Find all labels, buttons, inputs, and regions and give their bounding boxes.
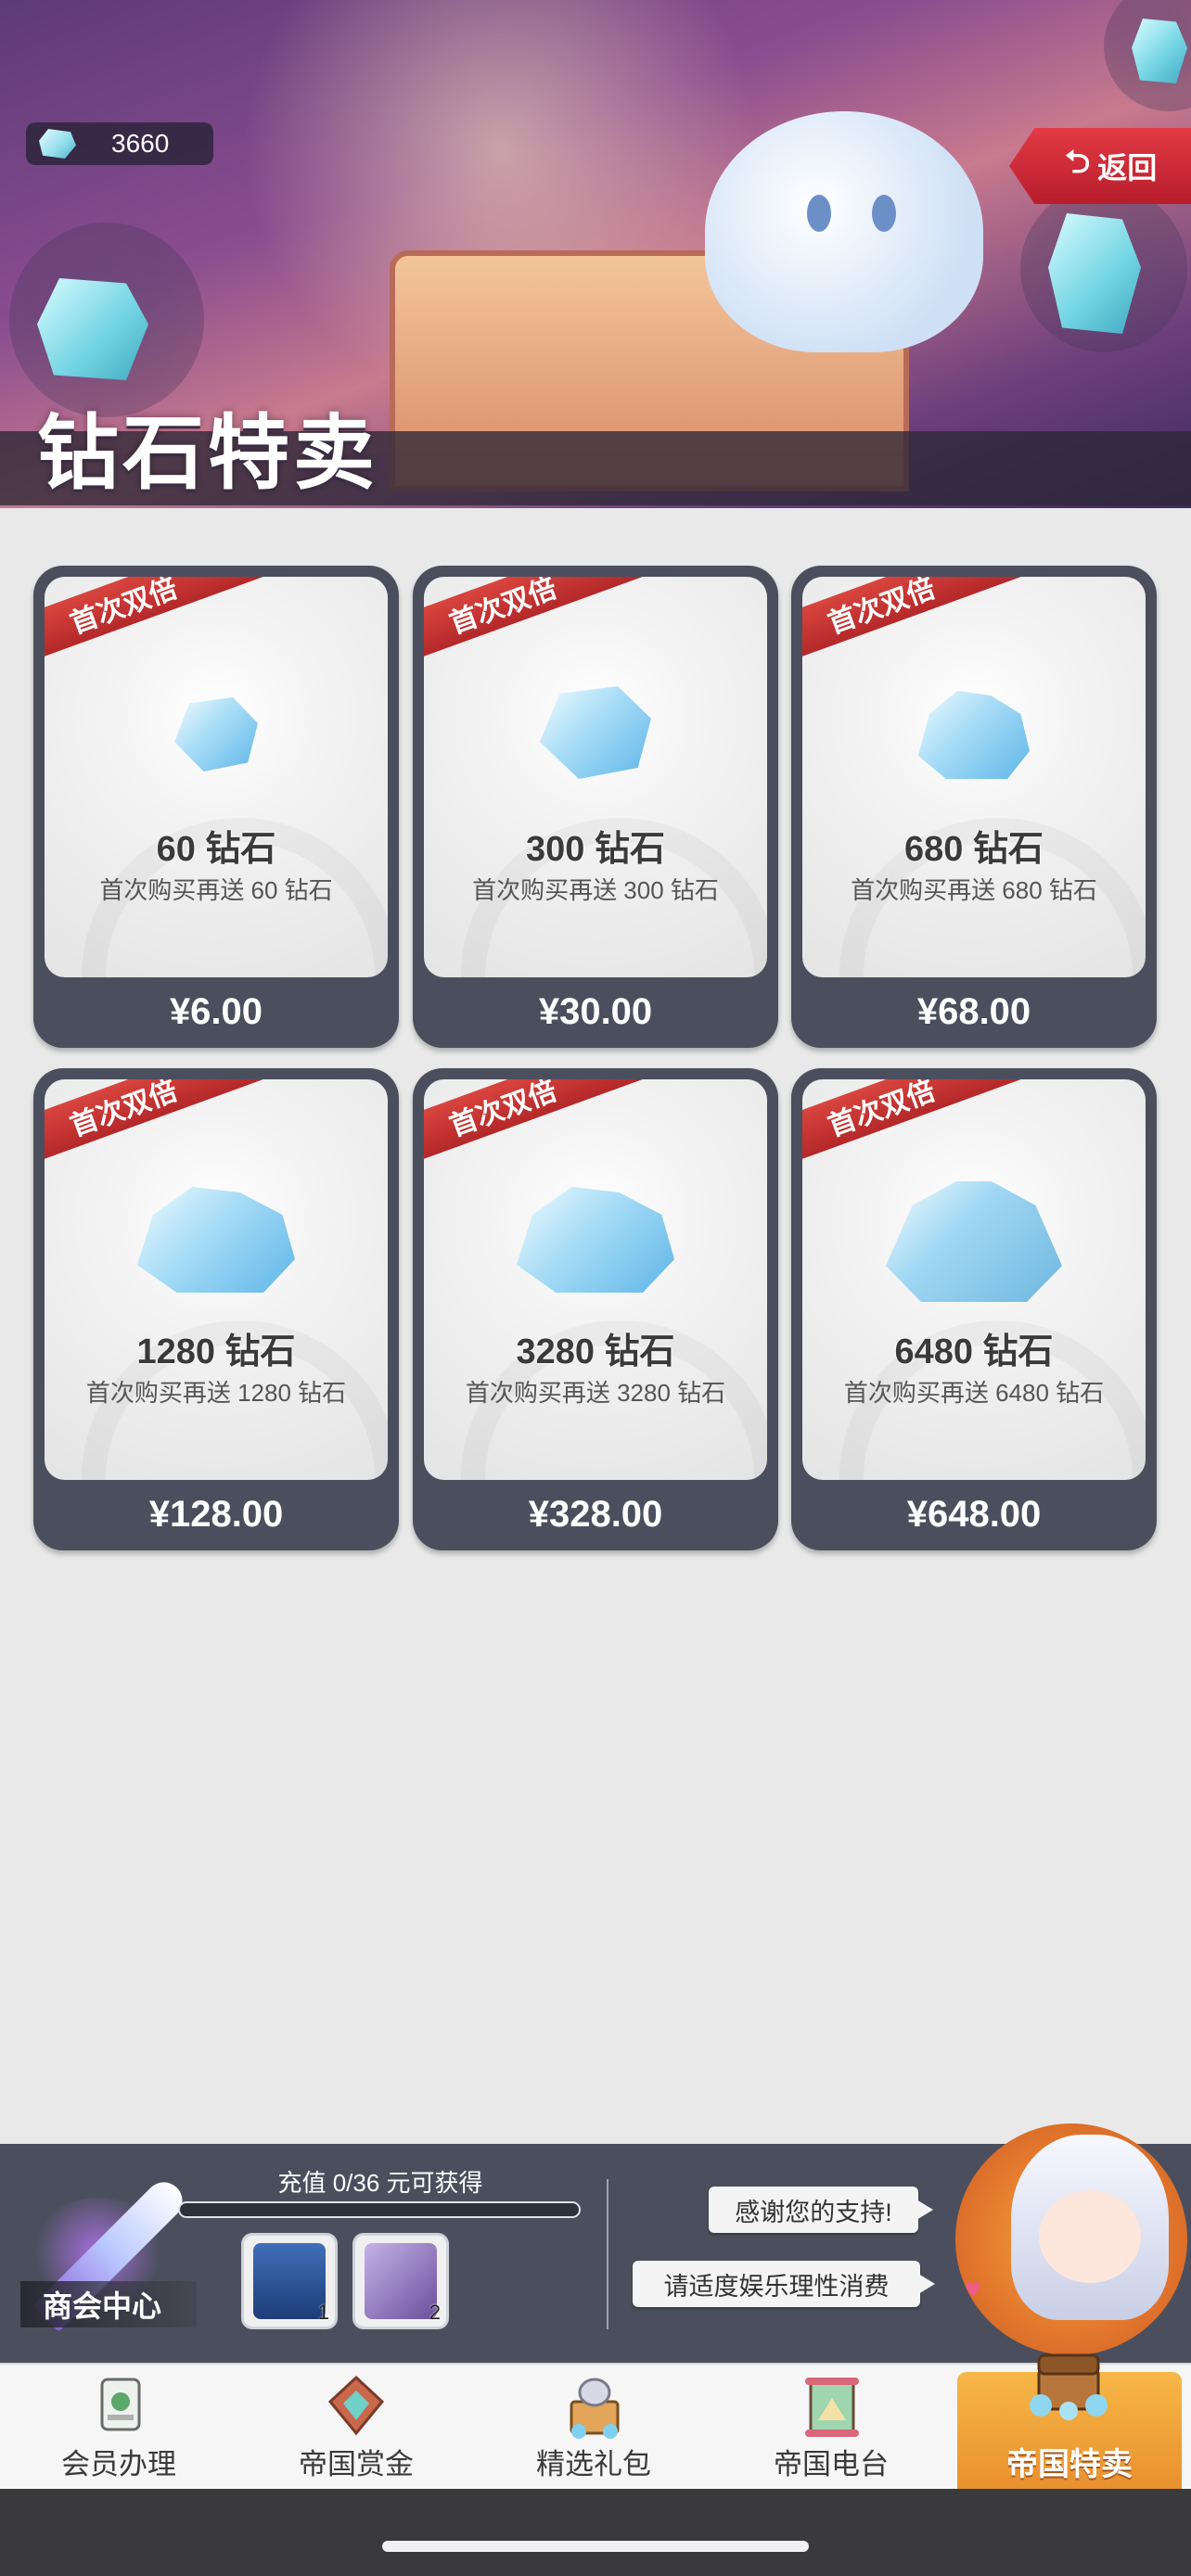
diamond-balance: 3660 (26, 122, 213, 165)
return-arrow-icon: ⮌ (1065, 144, 1091, 180)
tab-label: 精选礼包 (536, 2448, 651, 2480)
recharge-progress-text: 充值 0/36 元可获得 (277, 2169, 483, 2197)
tab-gift-pack[interactable]: 精选礼包 (475, 2365, 712, 2491)
back-button-label: 返回 (1097, 151, 1158, 185)
bounty-emblem-icon (310, 2374, 403, 2448)
ghost-illustration (705, 111, 983, 352)
membership-card-icon (72, 2374, 165, 2448)
first-double-ribbon: 首次双倍 (45, 1079, 295, 1160)
reward-count: 2 (429, 2301, 441, 2324)
mascot-avatar: ♥ (955, 2107, 1191, 2363)
diamond-balance-value: 3660 (111, 129, 170, 158)
product-amount: 300 钻石 (526, 830, 665, 869)
product-price: ¥6.00 (169, 991, 263, 1032)
product-bonus: 首次购买再送 300 钻石 (472, 876, 719, 904)
first-double-ribbon: 首次双倍 (424, 577, 674, 657)
product-price: ¥30.00 (538, 991, 653, 1032)
product-price: ¥648.00 (906, 1494, 1042, 1535)
notice-speech-bubble: 请适度娱乐理性消费 (633, 2261, 935, 2307)
tab-label: 帝国赏金 (299, 2448, 414, 2480)
diamond-pile-icon (517, 1187, 674, 1293)
recharge-progress-bar (178, 2201, 581, 2218)
product-amount: 60 钻石 (156, 830, 276, 869)
reward-count: 1 (317, 2301, 329, 2324)
product-card-1280[interactable]: 首次双倍 1280 钻石 首次购买再送 1280 钻石 ¥128.00 (33, 1068, 399, 1550)
crystal-icon (1132, 19, 1187, 83)
tab-label: 会员办理 (61, 2448, 176, 2480)
reward-item-armor[interactable]: 1 (241, 2233, 338, 2329)
treasure-chest-icon (1022, 2331, 1115, 2420)
diamond-cluster-icon (540, 686, 651, 779)
product-card-300[interactable]: 首次双倍 300 钻石 首次购买再送 300 钻石 ¥30.00 (413, 566, 778, 1048)
tab-label: 帝国特卖 (1006, 2447, 1133, 2482)
divider (607, 2179, 608, 2329)
first-double-ribbon: 首次双倍 (802, 577, 1053, 657)
page-title: 钻石特卖 (37, 407, 379, 499)
back-button[interactable]: ⮌ 返回 (1009, 128, 1191, 204)
scroll-banner-icon (785, 2374, 877, 2448)
scroll-card-icon (365, 2243, 437, 2319)
thanks-speech-bubble: 感谢您的支持! (709, 2187, 933, 2233)
product-price: ¥128.00 (148, 1494, 284, 1535)
crystal-icon (37, 278, 148, 380)
product-amount: 3280 钻石 (516, 1333, 675, 1371)
product-amount: 680 钻石 (904, 830, 1044, 869)
product-price: ¥68.00 (916, 991, 1031, 1032)
product-amount: 6480 钻石 (894, 1333, 1054, 1371)
heart-icon: ♥ (965, 2274, 981, 2304)
product-bonus: 首次购买再送 1280 钻石 (85, 1379, 347, 1407)
armor-card-icon (253, 2243, 326, 2319)
diamond-sack-icon (886, 1181, 1062, 1302)
first-double-ribbon: 首次双倍 (424, 1079, 674, 1160)
product-bonus: 首次购买再送 680 钻石 (851, 876, 1097, 904)
product-price: ¥328.00 (528, 1494, 663, 1535)
tab-membership[interactable]: 会员办理 (0, 2365, 237, 2491)
product-card-680[interactable]: 首次双倍 680 钻石 首次购买再送 680 钻石 ¥68.00 (791, 566, 1157, 1048)
product-bonus: 首次购买再送 6480 钻石 (843, 1379, 1105, 1407)
first-double-ribbon: 首次双倍 (802, 1079, 1053, 1160)
diamond-icon (174, 697, 258, 772)
reward-item-scroll[interactable]: 2 (352, 2233, 449, 2329)
product-card-6480[interactable]: 首次双倍 6480 钻石 首次购买再送 6480 钻石 ¥648.00 (791, 1068, 1157, 1550)
crystal-icon (1048, 213, 1141, 334)
bottom-tab-bar: 会员办理 帝国赏金 精选礼包 帝国电台 帝国特卖 (0, 2353, 1191, 2491)
tab-empire-sale[interactable]: 帝国特卖 (957, 2353, 1182, 2491)
diamond-cluster-icon (918, 691, 1030, 779)
shop-center-label[interactable]: 商会中心 (20, 2281, 197, 2327)
product-bonus: 首次购买再送 60 钻石 (99, 876, 333, 904)
tab-label: 帝国电台 (774, 2448, 889, 2480)
tab-radio[interactable]: 帝国电台 (712, 2365, 950, 2491)
home-indicator[interactable] (382, 2541, 809, 2552)
gift-pack-icon (547, 2374, 640, 2448)
diamond-pile-icon (137, 1187, 295, 1293)
diamond-icon (39, 129, 76, 159)
product-card-60[interactable]: 首次双倍 60 钻石 首次购买再送 60 钻石 ¥6.00 (33, 566, 399, 1048)
product-bonus: 首次购买再送 3280 钻石 (465, 1379, 726, 1407)
system-bottom-bar (0, 2489, 1191, 2576)
tab-bounty[interactable]: 帝国赏金 (237, 2365, 475, 2491)
product-card-3280[interactable]: 首次双倍 3280 钻石 首次购买再送 3280 钻石 ¥328.00 (413, 1068, 778, 1550)
first-double-ribbon: 首次双倍 (45, 577, 295, 657)
product-amount: 1280 钻石 (136, 1333, 296, 1371)
